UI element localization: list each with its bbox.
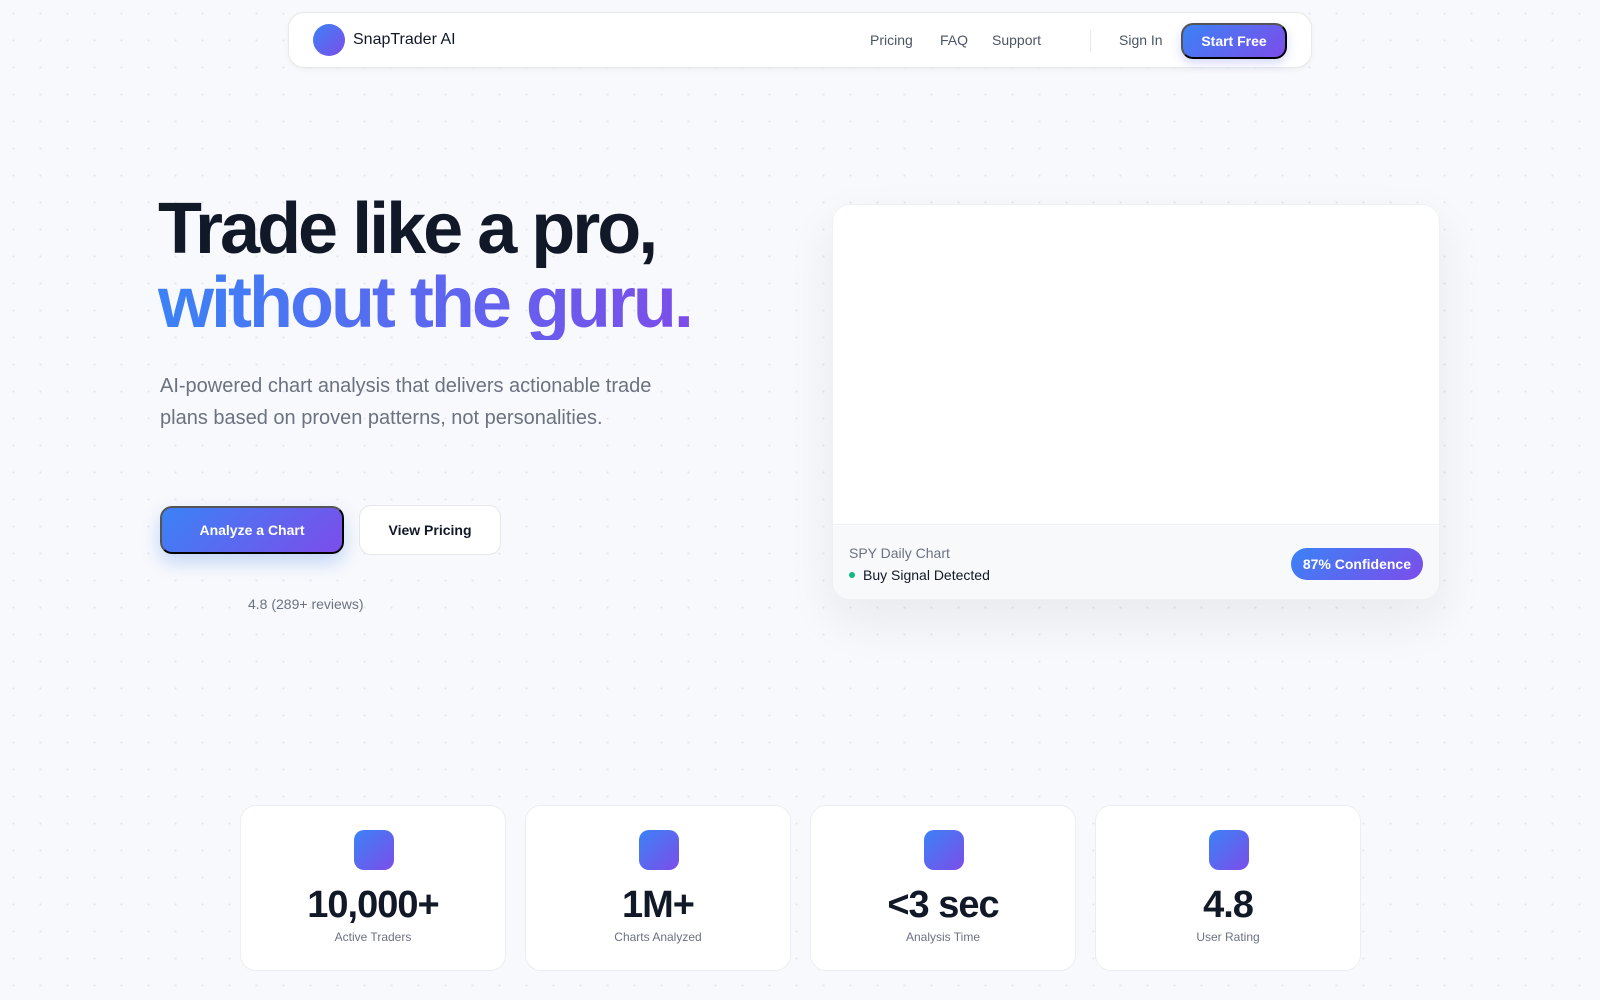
- logo-icon[interactable]: [313, 24, 345, 56]
- stat-card-traders: 10,000+ Active Traders: [240, 805, 506, 971]
- stat-label: Analysis Time: [905, 930, 981, 944]
- clock-icon: [924, 830, 964, 870]
- sign-in-link[interactable]: Sign In: [1119, 32, 1163, 48]
- start-free-button[interactable]: Start Free: [1181, 23, 1287, 59]
- nav-link-faq[interactable]: FAQ: [940, 32, 968, 48]
- star-icon: [1209, 830, 1249, 870]
- nav-link-support[interactable]: Support: [992, 32, 1041, 48]
- status-dot-icon: [849, 572, 855, 578]
- stat-label: Active Traders: [334, 930, 412, 944]
- signal-label: Buy Signal Detected: [863, 567, 990, 583]
- nav-link-pricing[interactable]: Pricing: [870, 32, 913, 48]
- stat-value: 4.8: [1203, 884, 1254, 926]
- hero-title-line-1: Trade like a pro,: [158, 189, 658, 269]
- stat-label: User Rating: [1196, 930, 1260, 944]
- chart-icon: [639, 830, 679, 870]
- top-navbar: SnapTrader AI Pricing FAQ Support Sign I…: [288, 12, 1312, 68]
- stat-card-rating: 4.8 User Rating: [1095, 805, 1361, 971]
- chart-caption: SPY Daily Chart: [849, 545, 950, 561]
- chart-preview-footer: SPY Daily Chart Buy Signal Detected 87% …: [833, 526, 1439, 599]
- view-pricing-button[interactable]: View Pricing: [359, 505, 501, 555]
- analyze-chart-button[interactable]: Analyze a Chart: [160, 506, 344, 554]
- stat-value: <3 sec: [887, 884, 999, 926]
- confidence-badge: 87% Confidence: [1290, 548, 1423, 580]
- chart-preview-card: SPY Daily Chart Buy Signal Detected 87% …: [832, 204, 1440, 600]
- nav-divider: [1090, 30, 1091, 52]
- stat-card-charts: 1M+ Charts Analyzed: [525, 805, 791, 971]
- hero-title-line-2: without the guru.: [158, 263, 694, 343]
- rating-text: 4.8 (289+ reviews): [248, 596, 364, 612]
- users-icon: [354, 830, 394, 870]
- brand-name[interactable]: SnapTrader AI: [353, 31, 456, 49]
- signal-status: Buy Signal Detected: [849, 567, 990, 583]
- stat-label: Charts Analyzed: [614, 930, 702, 944]
- stat-card-time: <3 sec Analysis Time: [810, 805, 1076, 971]
- hero-subtitle: AI-powered chart analysis that delivers …: [160, 375, 652, 429]
- stat-value: 10,000+: [307, 884, 439, 926]
- stat-value: 1M+: [622, 884, 695, 926]
- chart-preview-image: [833, 205, 1439, 525]
